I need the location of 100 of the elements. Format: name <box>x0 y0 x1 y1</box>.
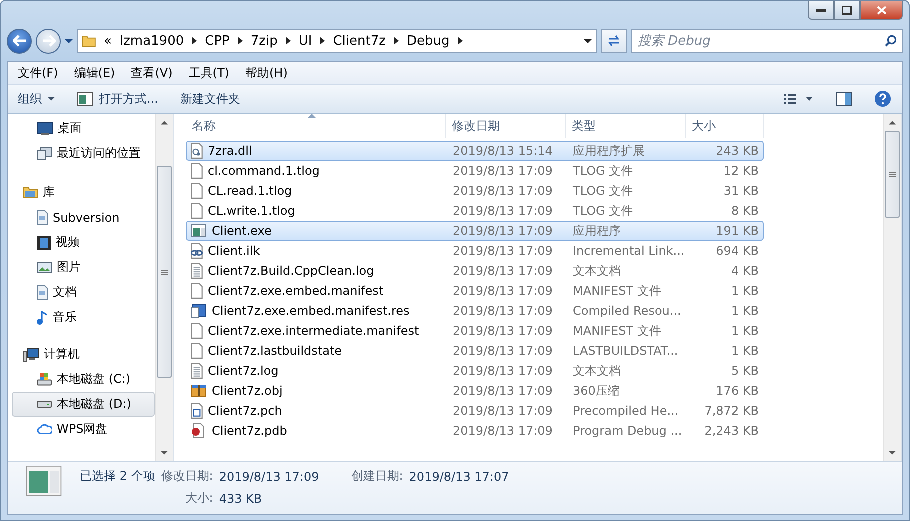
close-button[interactable] <box>860 1 903 20</box>
table-cell-text: 1 KB <box>730 324 760 338</box>
search-field[interactable]: 搜索 Debug <box>631 29 903 53</box>
toolbar-button[interactable]: 新建文件夹 <box>180 90 240 108</box>
sidebar-item[interactable]: 最近访问的位置 <box>12 141 155 166</box>
chevron-right-icon[interactable] <box>458 37 463 45</box>
file-name: cl.command.1.tlog <box>208 164 320 178</box>
table-cell-text: MANIFEST 文件 <box>572 282 662 300</box>
scroll-up-arrow-icon[interactable] <box>161 120 168 124</box>
table-cell-text: 2019/8/13 17:09 <box>452 304 554 318</box>
table-cell-text: 1 KB <box>730 344 760 358</box>
file-row[interactable]: Client7z.pdb 2019/8/13 17:09 Program Debug ... 2,243 KB <box>186 421 764 441</box>
table-cell-text: 243 KB <box>715 144 760 158</box>
scroll-up-arrow-icon[interactable] <box>889 120 896 124</box>
file-row[interactable]: CL.write.1.tlog 2019/8/13 17:09 TLOG 文件 8 KB <box>186 201 764 221</box>
arrow-left-icon <box>12 35 26 47</box>
table-cell-text: 2019/8/13 17:09 <box>452 184 554 198</box>
breadcrumb[interactable]: Client7z <box>333 34 386 48</box>
menu-item[interactable]: 工具(T) <box>182 62 236 84</box>
sidebar-item[interactable]: 视频 <box>12 230 155 255</box>
ball-document-icon <box>191 423 207 439</box>
file-name: Client7z.obj <box>212 384 283 398</box>
sidebar-item[interactable]: WPS网盘 <box>12 417 155 442</box>
menu-item[interactable]: 编辑(E) <box>68 62 122 84</box>
sidebar-item[interactable]: 文档 <box>12 280 155 305</box>
drive-icon <box>37 401 52 408</box>
chevron-right-icon[interactable] <box>394 37 399 45</box>
sidebar-item[interactable]: 图片 <box>12 255 155 280</box>
table-cell-text: 文本文档 <box>572 362 622 380</box>
file-row[interactable]: 7zra.dll 2019/8/13 15:14 应用程序扩展 243 KB <box>186 141 764 161</box>
column-header[interactable]: 类型 <box>566 114 686 138</box>
file-row[interactable]: CL.read.1.tlog 2019/8/13 17:09 TLOG 文件 31 KB <box>186 181 764 201</box>
file-row[interactable]: Client7z.Build.CppClean.log 2019/8/13 17:09 文本文档 4 KB <box>186 261 764 281</box>
table-cell-text: 1 KB <box>730 284 760 298</box>
close-icon <box>876 6 886 14</box>
preview-pane-icon[interactable] <box>836 92 852 106</box>
file-row[interactable]: Client.exe 2019/8/13 17:09 应用程序 191 KB <box>186 221 764 241</box>
refresh-button[interactable] <box>601 29 627 53</box>
file-row[interactable]: Client7z.obj 2019/8/13 17:09 360压缩 176 KB <box>186 381 764 401</box>
scroll-down-arrow-icon[interactable] <box>161 450 168 454</box>
breadcrumb[interactable]: 7zip <box>250 34 278 48</box>
file-name: Client7z.exe.embed.manifest.res <box>212 304 410 318</box>
search-icon[interactable] <box>885 35 897 47</box>
column-header[interactable]: 修改日期 <box>446 114 566 138</box>
field-label: 修改日期: <box>161 468 214 485</box>
file-list-scrollbar[interactable] <box>883 114 902 461</box>
sidebar-item[interactable]: 库 <box>12 180 155 205</box>
field-value: 2019/8/13 17:09 <box>219 470 320 484</box>
file-row[interactable]: Client7z.exe.embed.manifest 2019/8/13 17:09 MANIFEST 文件 1 KB <box>186 281 764 301</box>
file-row[interactable]: Client.ilk 2019/8/13 17:09 Incremental Link... 694 KB <box>186 241 764 261</box>
maximize-button[interactable] <box>834 1 860 20</box>
file-row[interactable]: Client7z.lastbuildstate 2019/8/13 17:09 LASTBUILDSTAT... 1 KB <box>186 341 764 361</box>
chevron-right-icon[interactable] <box>192 37 198 45</box>
sidebar-item[interactable]: 本地磁盘 (C:) <box>12 367 155 392</box>
sidebar-scrollbar[interactable] <box>155 114 174 461</box>
sidebar-item[interactable]: 计算机 <box>12 342 155 367</box>
table-cell-text: 2019/8/13 17:09 <box>452 164 554 178</box>
column-header[interactable]: 大小 <box>686 114 764 138</box>
table-cell-text: 360压缩 <box>572 382 621 400</box>
breadcrumb[interactable]: Debug <box>406 34 450 48</box>
menu-item[interactable]: 帮助(H) <box>240 62 294 84</box>
window-icon <box>191 224 207 238</box>
breadcrumb[interactable]: lzma1900 <box>120 34 184 48</box>
sidebar-item[interactable]: 桌面 <box>12 116 155 141</box>
back-button[interactable] <box>7 28 32 54</box>
file-row[interactable]: Client7z.exe.embed.manifest.res 2019/8/13 17:09 Compiled Resou... 1 KB <box>186 301 764 321</box>
file-name: Client.ilk <box>208 244 260 258</box>
sidebar-item[interactable]: Subversion <box>12 205 155 230</box>
address-bar[interactable]: « lzma1900 CPP 7zip UI Client7z Debug <box>77 29 597 53</box>
file-name: Client7z.lastbuildstate <box>208 344 342 358</box>
sidebar-item[interactable]: 音乐 <box>12 305 155 330</box>
view-options-icon[interactable] <box>784 94 814 104</box>
overflow-chevron[interactable]: « <box>104 34 112 48</box>
scroll-down-arrow-icon[interactable] <box>889 450 896 454</box>
table-cell-text: 2019/8/13 17:09 <box>452 244 554 258</box>
minimize-button[interactable] <box>808 1 834 20</box>
table-cell-text: 2019/8/13 15:14 <box>452 144 554 158</box>
menu-item[interactable]: 查看(V) <box>125 62 179 84</box>
sidebar-item[interactable]: 本地磁盘 (D:) <box>12 392 155 417</box>
table-cell-text: 2019/8/13 17:09 <box>452 344 554 358</box>
breadcrumb[interactable]: CPP <box>205 34 230 48</box>
dropdown-caret-icon[interactable] <box>584 38 592 44</box>
file-row[interactable]: Client7z.log 2019/8/13 17:09 文本文档 5 KB <box>186 361 764 381</box>
chevron-right-icon[interactable] <box>238 37 243 45</box>
file-row[interactable]: Client7z.exe.intermediate.manifest 2019/8/13 17:09 MANIFEST 文件 1 KB <box>186 321 764 341</box>
table-cell-text: Compiled Resou... <box>572 304 682 318</box>
table-cell-text: 2019/8/13 17:09 <box>452 324 554 338</box>
forward-button[interactable] <box>36 28 61 54</box>
toolbar-button[interactable]: 打开方式... <box>77 90 158 108</box>
document-icon <box>191 323 203 339</box>
menu-item[interactable]: 文件(F) <box>12 62 64 84</box>
file-row[interactable]: cl.command.1.tlog 2019/8/13 17:09 TLOG 文件 12 KB <box>186 161 764 181</box>
help-icon[interactable] <box>874 90 892 108</box>
file-name: Client7z.log <box>208 364 279 378</box>
breadcrumb[interactable]: UI <box>298 34 312 48</box>
toolbar-button[interactable]: 组织 <box>18 90 55 108</box>
file-row[interactable]: Client7z.pch 2019/8/13 17:09 Precompiled He... 7,872 KB <box>186 401 764 421</box>
chevron-right-icon[interactable] <box>320 37 326 45</box>
chevron-right-icon[interactable] <box>286 37 291 45</box>
table-cell-text: 176 KB <box>715 384 760 398</box>
